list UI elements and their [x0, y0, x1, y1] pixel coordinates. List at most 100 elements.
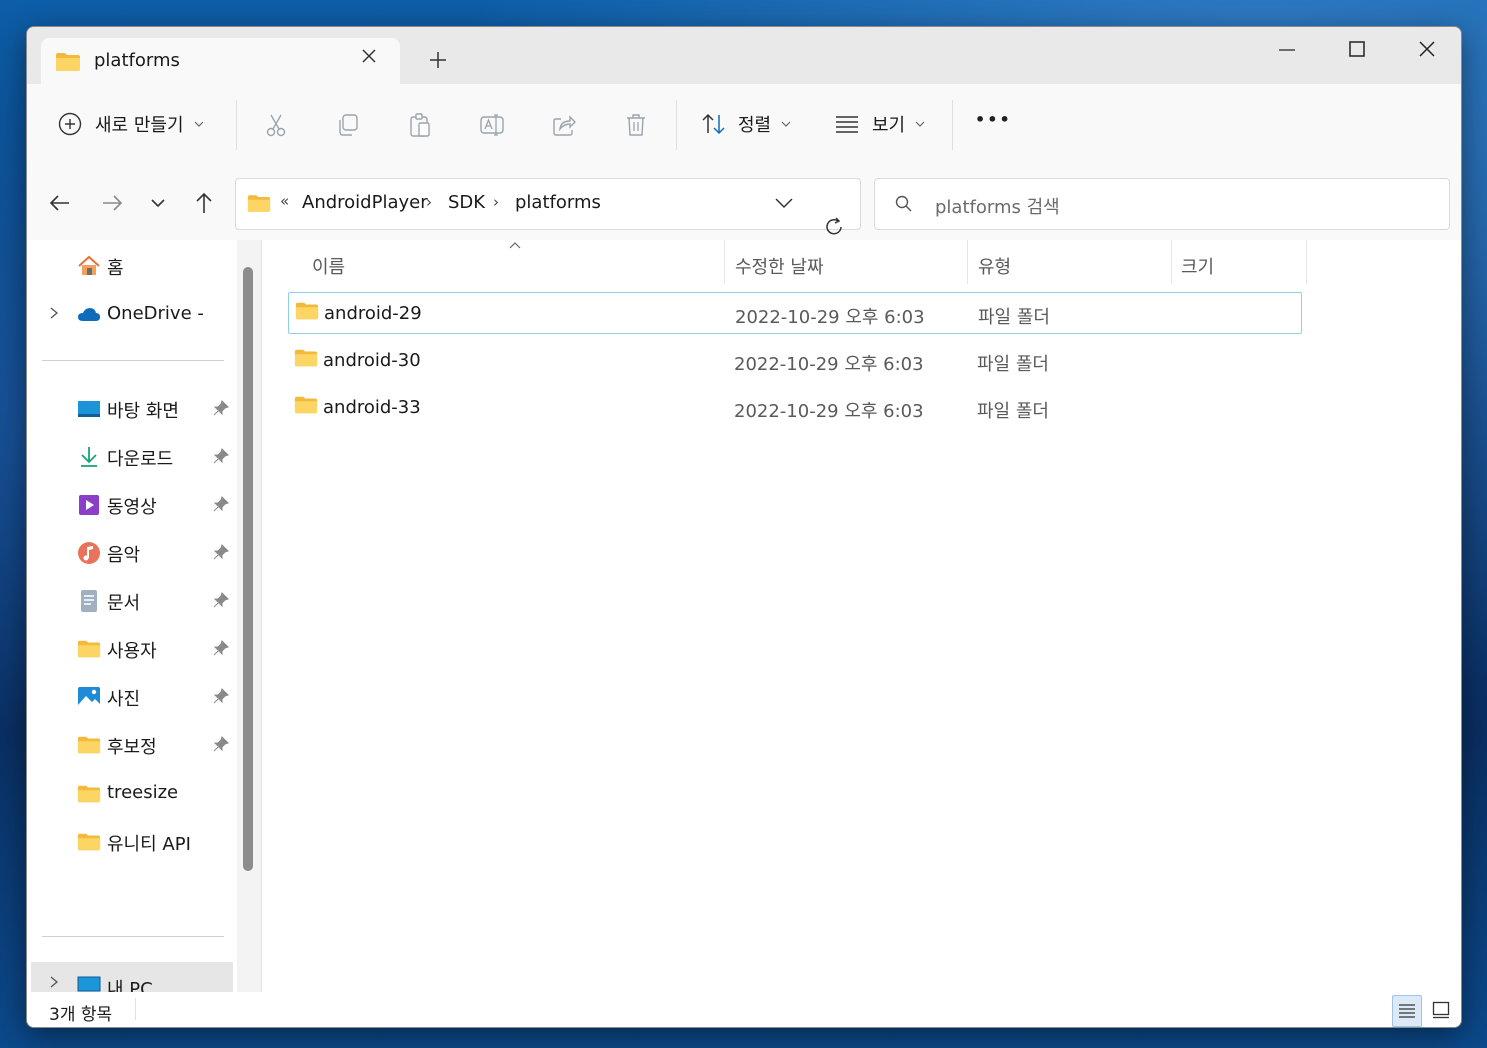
file-row-android-29[interactable]: android-29 2022-10-29 오후 6:03 파일 폴더	[288, 292, 1302, 334]
sidebar-item-pictures[interactable]: 사진	[27, 679, 237, 715]
chevron-right-icon[interactable]	[47, 306, 61, 320]
view-label: 보기	[872, 115, 906, 136]
sidebar-item-label: 홈	[107, 258, 124, 279]
column-separator[interactable]	[724, 240, 725, 284]
file-date: 2022-10-29 오후 6:03	[735, 307, 925, 328]
up-arrow-icon[interactable]	[191, 190, 217, 216]
breadcrumb-separator[interactable]: ›	[426, 193, 432, 211]
sidebar-item-unity-api[interactable]: 유니티 API	[27, 824, 237, 860]
new-button-label: 새로 만들기	[95, 115, 184, 136]
file-type: 파일 폴더	[977, 401, 1049, 422]
tiles-view-button[interactable]	[1427, 995, 1455, 1025]
search-field[interactable]: platforms 검색	[874, 178, 1450, 230]
back-arrow-icon[interactable]	[47, 190, 73, 216]
copy-button[interactable]	[333, 110, 363, 140]
folder-icon	[247, 195, 271, 212]
item-count: 3개 항목	[49, 1005, 113, 1025]
minimize-icon[interactable]	[1267, 35, 1307, 65]
sidebar-item-label: treesize	[107, 782, 179, 803]
column-separator[interactable]	[1306, 240, 1307, 284]
breadcrumb-androidplayer[interactable]: AndroidPlayer	[302, 192, 428, 213]
cut-button[interactable]	[261, 110, 291, 140]
sidebar-item-this-pc[interactable]: 내 PC	[31, 962, 233, 992]
refresh-icon[interactable]	[823, 216, 845, 238]
chevron-right-icon[interactable]	[47, 975, 61, 989]
file-row-android-33[interactable]: android-33 2022-10-29 오후 6:03 파일 폴더	[288, 387, 1300, 427]
sidebar-item-label: 후보정	[107, 737, 157, 758]
search-icon	[895, 195, 912, 212]
sidebar-item-desktop[interactable]: 바탕 화면	[27, 391, 237, 427]
sidebar-item-onedrive[interactable]: OneDrive -	[27, 297, 237, 333]
navigation-row: « AndroidPlayer › SDK › platforms platfo…	[27, 166, 1461, 240]
command-bar: 새로 만들기 정렬 보기 •••	[27, 84, 1461, 167]
file-row-android-30[interactable]: android-30 2022-10-29 오후 6:03 파일 폴더	[288, 340, 1300, 380]
file-name: android-29	[324, 303, 422, 324]
command-separator	[676, 100, 677, 150]
sidebar-item-label: 동영상	[107, 497, 157, 518]
breadcrumb-overflow[interactable]: «	[280, 192, 289, 210]
column-header-name[interactable]: 이름	[312, 253, 345, 279]
sidebar-item-retouch[interactable]: 후보정	[27, 727, 237, 763]
pin-icon[interactable]	[213, 736, 229, 752]
sidebar-item-users[interactable]: 사용자	[27, 631, 237, 667]
column-header-type[interactable]: 유형	[978, 253, 1011, 279]
file-date: 2022-10-29 오후 6:03	[734, 401, 924, 422]
sidebar-item-label: 사진	[107, 689, 141, 710]
column-header-size[interactable]: 크기	[1181, 253, 1214, 279]
sidebar-scroll-thumb[interactable]	[243, 267, 253, 871]
maximize-icon[interactable]	[1337, 35, 1377, 65]
column-header-date[interactable]: 수정한 날짜	[735, 253, 824, 279]
pin-icon[interactable]	[213, 592, 229, 608]
sidebar-item-home[interactable]: 홈	[27, 248, 237, 284]
column-separator[interactable]	[967, 240, 968, 284]
close-window-icon[interactable]	[1407, 35, 1447, 65]
recent-locations-icon[interactable]	[145, 190, 171, 216]
chevron-down-icon	[194, 121, 203, 127]
pin-icon[interactable]	[213, 688, 229, 704]
rename-button[interactable]	[477, 110, 507, 140]
folder-icon	[77, 785, 101, 803]
pin-icon[interactable]	[213, 448, 229, 464]
pin-icon[interactable]	[213, 640, 229, 656]
title-bar: platforms	[27, 27, 1461, 84]
navigation-pane: 홈 OneDrive - 바탕 화면 다운로드 동영상 음악 문서 사용자 사진…	[27, 240, 237, 992]
sort-label: 정렬	[738, 115, 772, 136]
pin-icon[interactable]	[213, 544, 229, 560]
breadcrumb-sdk[interactable]: SDK	[448, 192, 485, 213]
sidebar-item-downloads[interactable]: 다운로드	[27, 439, 237, 475]
tiles-view-icon	[1432, 1001, 1450, 1019]
address-bar[interactable]: « AndroidPlayer › SDK › platforms	[235, 178, 861, 230]
view-button[interactable]: 보기	[834, 111, 925, 137]
sidebar-item-documents[interactable]: 문서	[27, 583, 237, 619]
search-placeholder: platforms 검색	[935, 197, 1060, 218]
sidebar-item-music[interactable]: 음악	[27, 535, 237, 571]
copy-icon	[339, 114, 358, 136]
see-more-button[interactable]: •••	[975, 110, 1012, 129]
video-icon	[79, 495, 99, 515]
pin-icon[interactable]	[213, 400, 229, 416]
list-view-icon	[836, 116, 858, 133]
delete-button[interactable]	[621, 110, 651, 140]
tab-title: platforms	[94, 50, 180, 71]
close-tab-icon[interactable]	[359, 46, 379, 66]
new-button[interactable]: 새로 만들기	[57, 111, 204, 137]
column-separator[interactable]	[1171, 240, 1172, 284]
sort-button[interactable]: 정렬	[700, 111, 791, 137]
sidebar-item-treesize[interactable]: treesize	[27, 776, 237, 812]
sidebar-item-videos[interactable]: 동영상	[27, 487, 237, 523]
new-tab-icon[interactable]	[427, 49, 449, 71]
tab-platforms[interactable]: platforms	[41, 38, 400, 84]
pin-icon[interactable]	[213, 496, 229, 512]
folder-icon	[56, 53, 80, 71]
file-name: android-33	[323, 397, 421, 418]
paste-button[interactable]	[405, 110, 435, 140]
share-button[interactable]	[549, 110, 579, 140]
breadcrumb-separator[interactable]: ›	[493, 193, 499, 211]
forward-arrow-icon[interactable]	[99, 190, 125, 216]
clipboard-icon	[410, 113, 430, 137]
chevron-down-icon[interactable]	[774, 195, 794, 211]
music-icon	[78, 542, 100, 564]
pictures-icon	[78, 687, 100, 707]
details-view-button[interactable]	[1392, 995, 1422, 1027]
breadcrumb-platforms[interactable]: platforms	[515, 192, 601, 213]
